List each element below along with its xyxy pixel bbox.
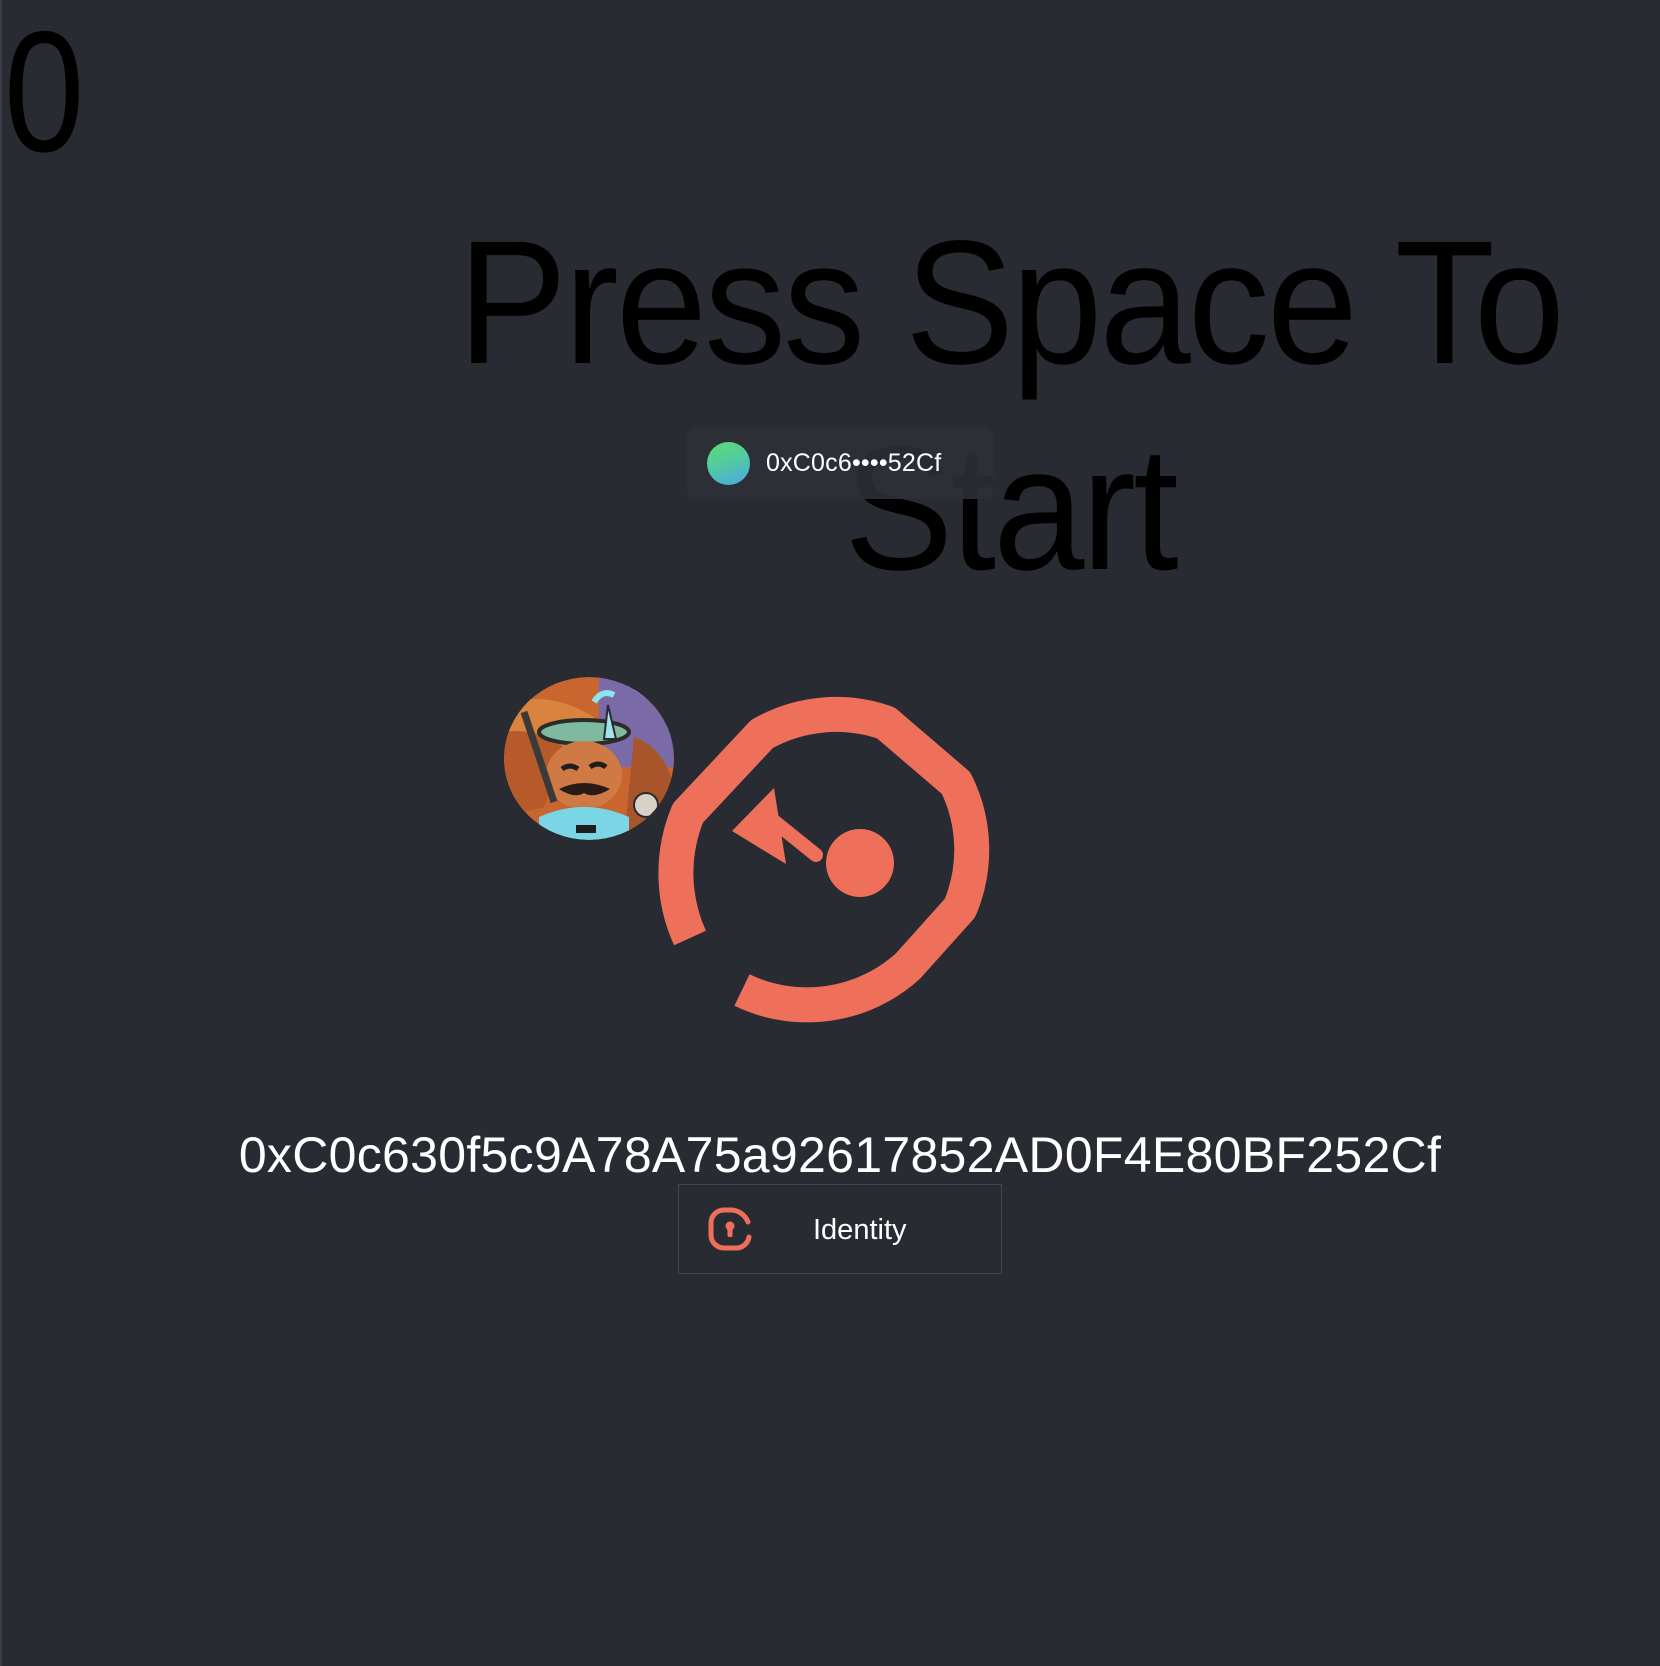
wallet-gradient-avatar <box>707 442 750 485</box>
wallet-connect-button[interactable]: 0xC0c6••••52Cf <box>686 427 994 499</box>
left-edge-divider <box>0 0 2 1666</box>
power-gauge-logo-icon[interactable] <box>650 658 1030 1038</box>
wallet-full-address: 0xC0c630f5c9A78A75a92617852AD0F4E80BF252… <box>238 1127 1442 1183</box>
nft-avatar-image <box>504 677 674 840</box>
wallet-short-address: 0xC0c6••••52Cf <box>766 449 942 477</box>
score-counter: 0 <box>4 0 85 188</box>
identity-button-label: Identity <box>813 1214 907 1246</box>
keyhole-lock-icon <box>708 1207 752 1251</box>
start-prompt: Press Space To Start <box>457 205 1565 607</box>
identity-button[interactable]: Identity <box>678 1184 1002 1274</box>
nft-avatar <box>504 677 674 840</box>
